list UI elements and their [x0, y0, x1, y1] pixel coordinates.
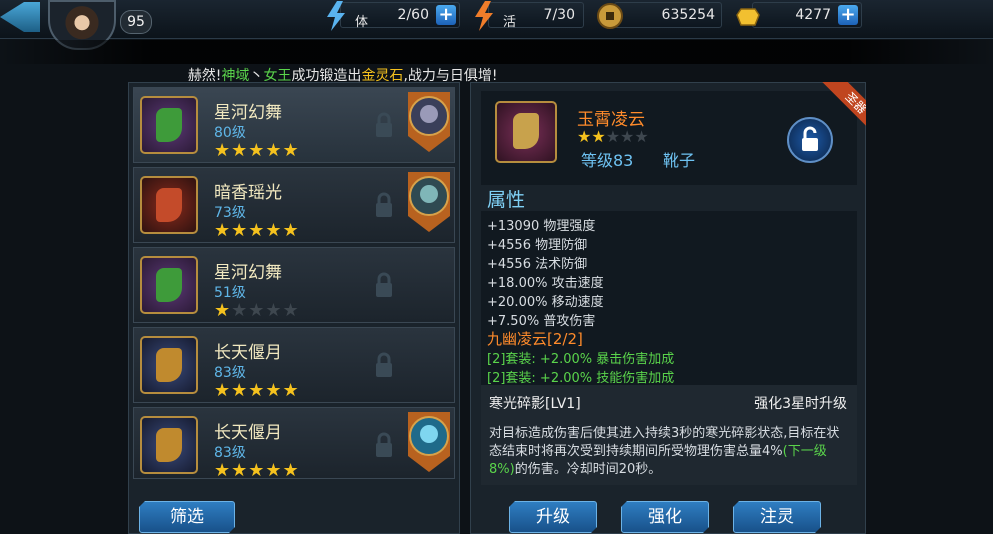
item-stars: ★★★★★: [214, 460, 300, 481]
add-stamina-button[interactable]: +: [436, 5, 456, 25]
item-name: 长天偃月: [214, 423, 282, 443]
coins-value: 635254: [661, 7, 715, 23]
item-detail-panel: 玉霄凌云 ★★★★★ 等级83 靴子 圣器 属性 +13090 物理强度 +45…: [470, 82, 866, 534]
attribute-line: +4556 法术防御: [487, 257, 588, 272]
stamina-value: 2/60: [397, 7, 429, 23]
lock-icon[interactable]: [374, 272, 394, 298]
attribute-line: +18.00% 攻击速度: [487, 276, 604, 291]
item-level: 80级: [214, 125, 246, 141]
announcement-ticker: 赫然!神域丶女王成功锻造出金灵石,战力与日俱增!: [0, 40, 993, 84]
add-ingots-button[interactable]: +: [838, 5, 858, 25]
attribute-line: +7.50% 普攻伤害: [487, 314, 596, 329]
skill-upgrade-note: 强化3星时升级: [754, 396, 847, 412]
stamina-label: 体: [355, 15, 369, 30]
stamina-bar: 体 2/60 +: [327, 1, 460, 31]
item-stars: ★★★★★: [577, 127, 649, 146]
item-stars: ★★★★★: [214, 140, 300, 161]
lock-icon[interactable]: [374, 352, 394, 378]
vitality-value: 7/30: [543, 7, 575, 23]
infuse-button[interactable]: 注灵: [733, 501, 821, 533]
attributes-list: +13090 物理强度 +4556 物理防御 +4556 法术防御 +18.00…: [481, 211, 857, 386]
attributes-heading: 属性: [487, 189, 526, 211]
hero-portrait-icon: [408, 92, 450, 152]
lightning-icon: [327, 1, 345, 31]
upgrade-button[interactable]: 升级: [509, 501, 597, 533]
item-name: 星河幻舞: [214, 263, 282, 283]
item-name: 暗香瑶光: [214, 183, 282, 203]
ingots-value: 4277: [795, 7, 831, 23]
equipment-list-item[interactable]: 星河幻舞 51级 ★★★★★: [133, 247, 455, 323]
equipment-list-item[interactable]: 长天偃月 83级 ★★★★★: [133, 407, 455, 481]
item-stars: ★★★★★: [214, 220, 300, 241]
set-bonus-line: [2]套装: +2.00% 技能伤害加成: [487, 371, 675, 386]
flame-icon: [475, 1, 493, 31]
item-name: 长天偃月: [214, 343, 282, 363]
hero-portrait-icon: [408, 412, 450, 472]
attribute-line: +20.00% 移动速度: [487, 295, 604, 310]
vitality-bar: 活 7/30: [475, 1, 584, 31]
boots-icon: [140, 256, 198, 314]
boots-icon: [140, 336, 198, 394]
attribute-line: +13090 物理强度: [487, 219, 596, 234]
set-bonus-line: [2]套装: +2.00% 暴击伤害加成: [487, 352, 675, 367]
enhance-button[interactable]: 强化: [621, 501, 709, 533]
player-level: 95: [120, 10, 152, 34]
back-arrow-icon[interactable]: [0, 2, 40, 32]
attribute-line: +4556 物理防御: [487, 238, 588, 253]
lock-icon[interactable]: [374, 192, 394, 218]
holy-item-ribbon: 圣器: [810, 82, 866, 138]
top-bar: 95 体 2/60 + 活 7/30 635254 4277 +: [0, 0, 993, 50]
coin-icon: [597, 3, 623, 29]
item-level: 83级: [214, 365, 246, 381]
skill-description: 对目标造成伤害后使其进入持续3秒的寒光碎影状态,目标在状态结束时将再次受到持续期…: [489, 426, 840, 477]
coins-bar: 635254: [597, 2, 722, 29]
item-header: 玉霄凌云 ★★★★★ 等级83 靴子: [481, 91, 857, 185]
skill-section: 寒光碎影[LV1] 强化3星时升级 对目标造成伤害后使其进入持续3秒的寒光碎影状…: [481, 385, 857, 485]
lock-icon[interactable]: [374, 432, 394, 458]
item-level: 等级83: [581, 151, 634, 170]
item-type: 靴子: [663, 151, 696, 170]
set-name: 九幽凌云[2/2]: [487, 330, 583, 348]
equipment-list-item[interactable]: 星河幻舞 80级 ★★★★★: [133, 87, 455, 163]
item-name: 星河幻舞: [214, 103, 282, 123]
item-stars: ★★★★★: [214, 380, 300, 401]
item-stars: ★★★★★: [214, 300, 300, 321]
lock-icon[interactable]: [374, 112, 394, 138]
equipment-list-panel: 星河幻舞 80级 ★★★★★ 暗香瑶光 73级 ★★★★★ 星河幻舞 51级 ★…: [128, 82, 460, 534]
boots-icon: [495, 101, 557, 163]
filter-button[interactable]: 筛选: [139, 501, 235, 533]
item-level: 73级: [214, 205, 246, 221]
equipment-list-item[interactable]: 长天偃月 83级 ★★★★★: [133, 327, 455, 403]
boots-icon: [140, 416, 198, 474]
equipment-list-item[interactable]: 暗香瑶光 73级 ★★★★★: [133, 167, 455, 243]
item-level: 51级: [214, 285, 246, 301]
gold-ingot-icon: [736, 8, 760, 26]
hero-portrait-icon: [408, 172, 450, 232]
boots-icon: [140, 96, 198, 154]
skill-name: 寒光碎影[LV1]: [489, 396, 581, 412]
ingots-bar: 4277 +: [736, 2, 862, 28]
item-level: 83级: [214, 445, 246, 461]
vitality-label: 活: [503, 15, 517, 30]
boots-icon: [140, 176, 198, 234]
